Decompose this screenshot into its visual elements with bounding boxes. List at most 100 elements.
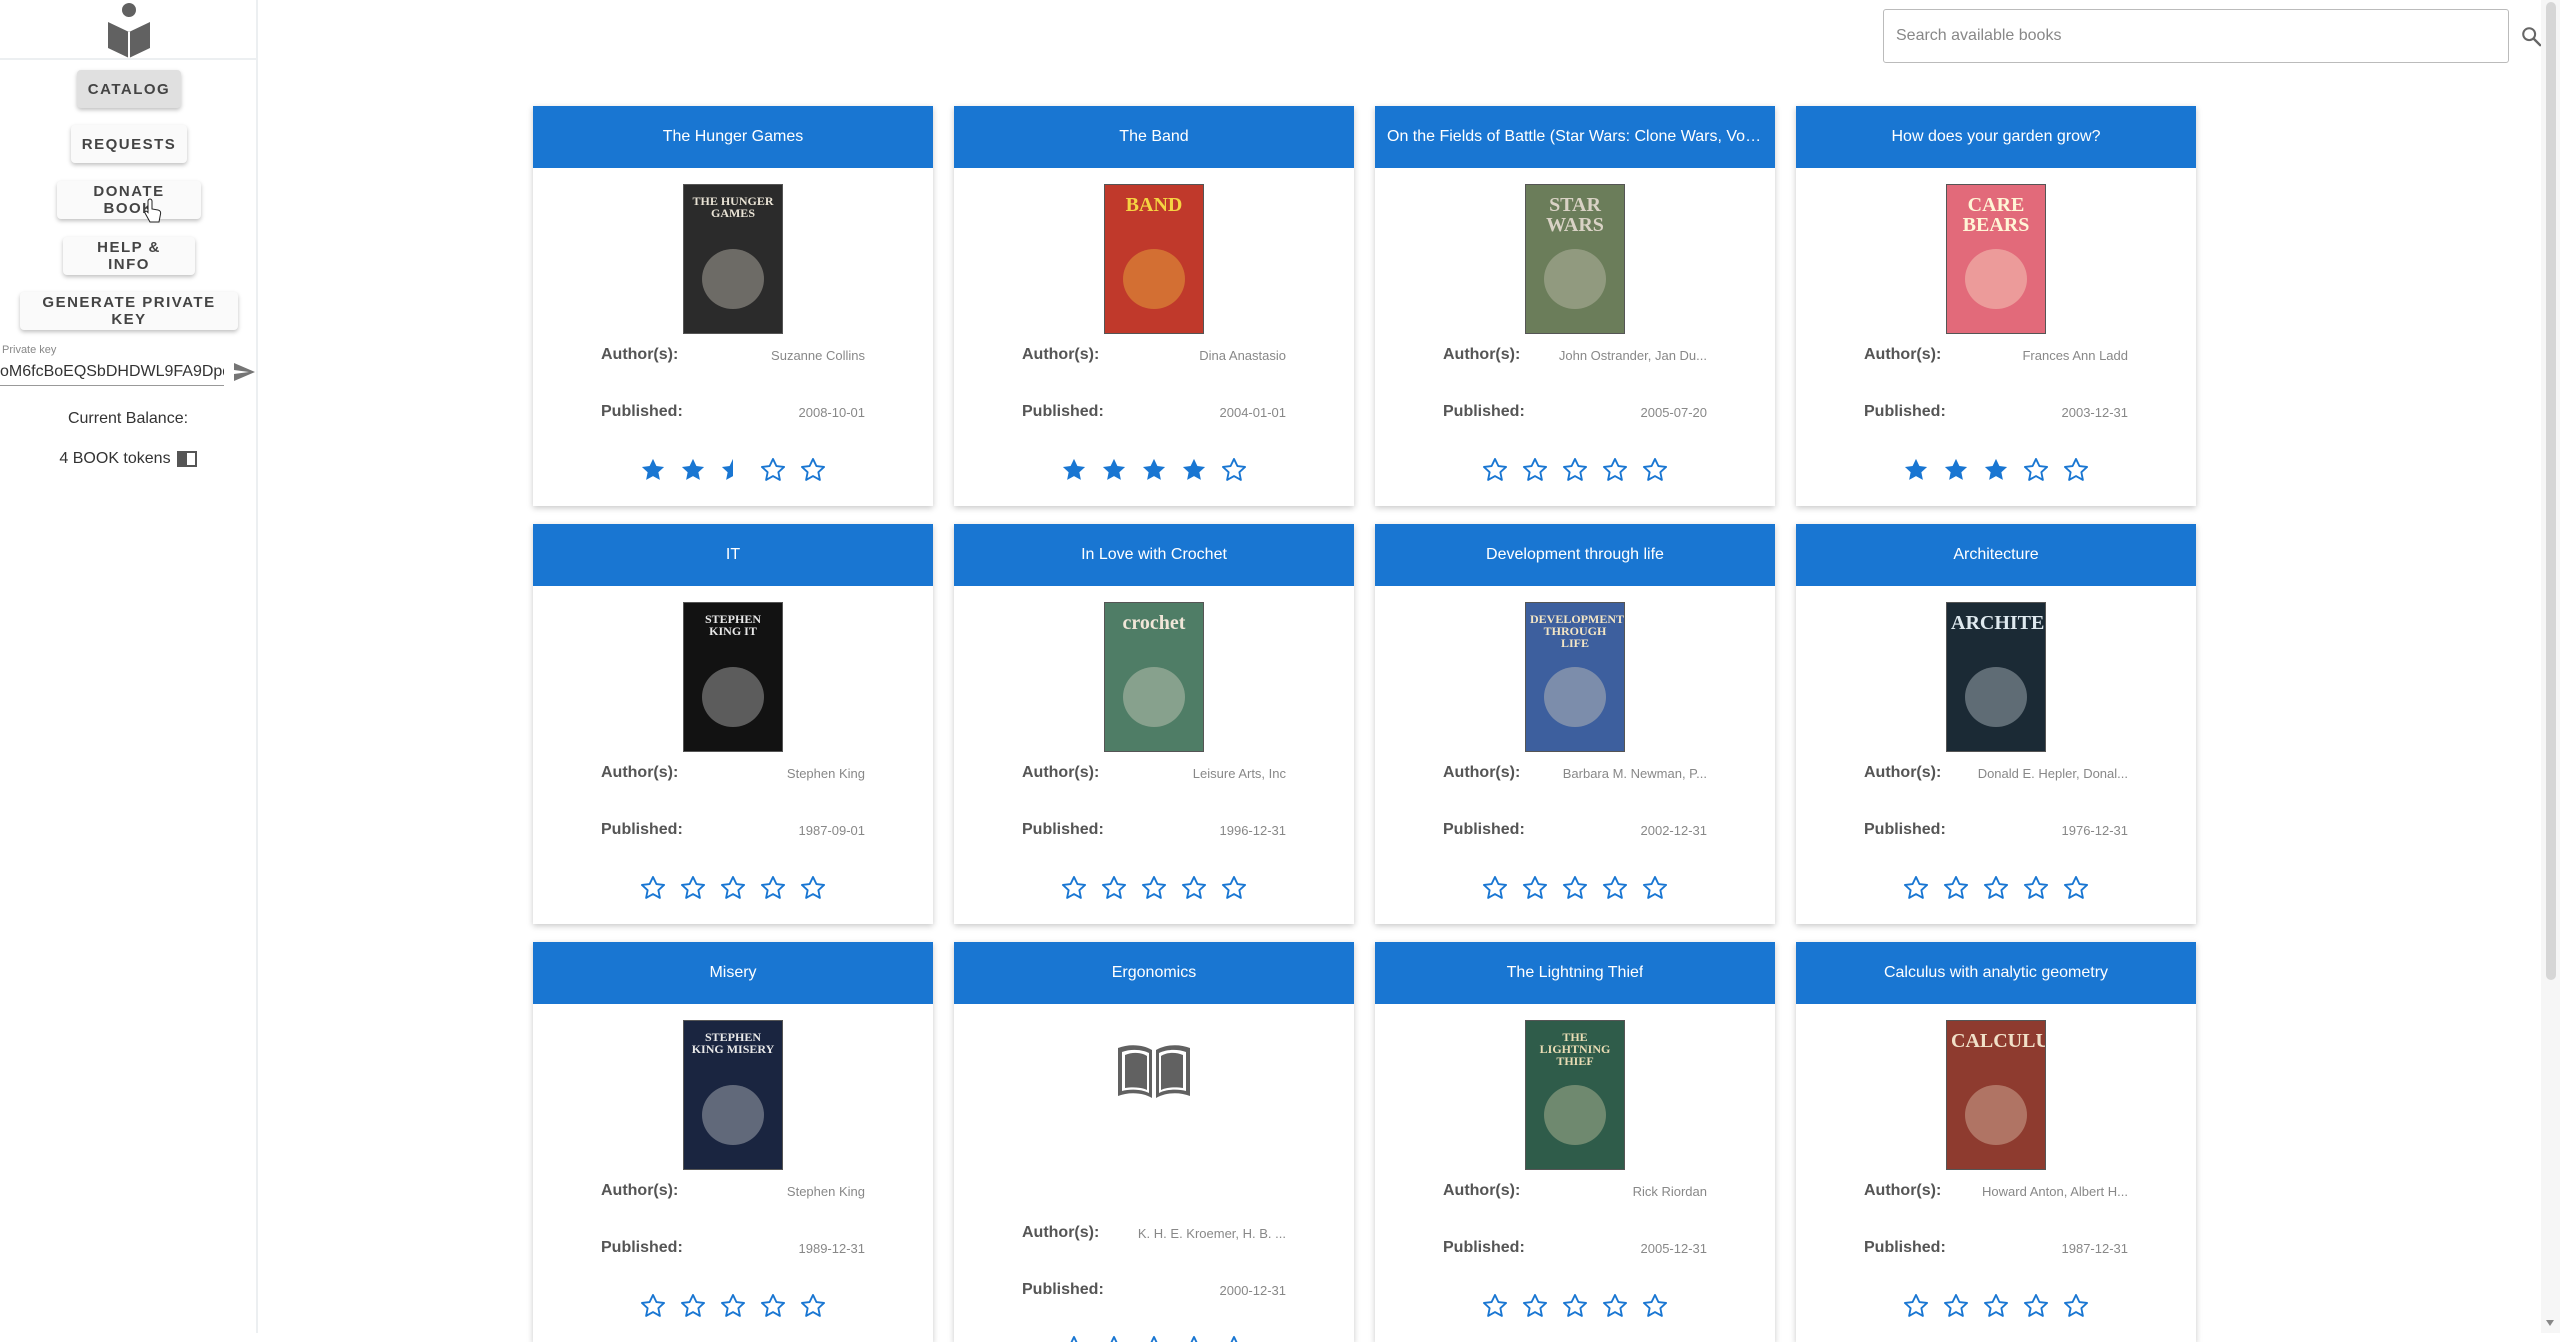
star-empty-icon[interactable]: [1521, 874, 1549, 902]
star-empty-icon[interactable]: [1060, 1334, 1088, 1342]
star-empty-icon[interactable]: [1220, 456, 1248, 484]
star-empty-icon[interactable]: [1220, 874, 1248, 902]
star-empty-icon[interactable]: [639, 1292, 667, 1320]
book-card[interactable]: Calculus with analytic geometry CALCULUS A…: [1796, 942, 2196, 1342]
book-card[interactable]: How does your garden grow? CARE BEARS Auth…: [1796, 106, 2196, 506]
star-empty-icon[interactable]: [1942, 874, 1970, 902]
authors-value: Suzanne Collins: [771, 347, 865, 363]
star-empty-icon[interactable]: [799, 874, 827, 902]
star-empty-icon[interactable]: [1521, 1292, 1549, 1320]
search-icon[interactable]: [2520, 25, 2542, 47]
star-empty-icon[interactable]: [639, 874, 667, 902]
star-filled-icon[interactable]: [1902, 456, 1930, 484]
book-card[interactable]: Development through life DEVELOPMENT THRO…: [1375, 524, 1775, 924]
star-empty-icon[interactable]: [1641, 456, 1669, 484]
book-title: The Hunger Games: [662, 128, 804, 145]
book-card[interactable]: On the Fields of Battle (Star Wars: Clon…: [1375, 106, 1775, 506]
published-label: Published:: [1443, 403, 1525, 420]
published-value: 1989-12-31: [798, 1240, 866, 1256]
star-empty-icon[interactable]: [719, 1292, 747, 1320]
nav-help-info-button[interactable]: HELP & INFO: [63, 237, 195, 275]
book-card[interactable]: The Band BAND Author(s): Dina Anastasio Publ…: [954, 106, 1354, 506]
send-icon[interactable]: [232, 360, 256, 384]
star-empty-icon[interactable]: [1100, 1334, 1128, 1342]
star-empty-icon[interactable]: [1561, 874, 1589, 902]
star-empty-icon[interactable]: [2022, 456, 2050, 484]
star-empty-icon[interactable]: [1641, 874, 1669, 902]
star-empty-icon[interactable]: [1982, 1292, 2010, 1320]
book-card[interactable]: The Lightning Thief THE LIGHTNING THIEF Au…: [1375, 942, 1775, 1342]
book-card[interactable]: IT STEPHEN KING IT Author(s): Stephen King P…: [533, 524, 933, 924]
star-empty-icon[interactable]: [1481, 456, 1509, 484]
book-reader-logo-icon: [108, 3, 150, 58]
book-card-header: The Band: [954, 106, 1354, 168]
star-filled-icon[interactable]: [679, 456, 707, 484]
scroll-down-arrow-icon[interactable]: [2543, 1316, 2557, 1330]
star-empty-icon[interactable]: [2062, 456, 2090, 484]
book-card[interactable]: Architecture ARCHITECTURE Author(s): Donald…: [1796, 524, 2196, 924]
star-empty-icon[interactable]: [1100, 874, 1128, 902]
nav-donate-book-button[interactable]: DONATE BOOK: [57, 181, 201, 219]
generate-private-key-button[interactable]: GENERATE PRIVATE KEY: [20, 292, 238, 330]
book-cover-art: [1544, 1085, 1606, 1145]
star-empty-icon[interactable]: [1561, 1292, 1589, 1320]
balance-display: 4 BOOK tokens: [0, 450, 256, 468]
published-label: Published:: [1864, 821, 1946, 838]
book-card[interactable]: In Love with Crochet crochet Author(s): Lei…: [954, 524, 1354, 924]
star-empty-icon[interactable]: [2062, 874, 2090, 902]
star-empty-icon[interactable]: [1521, 456, 1549, 484]
book-card-header: Development through life: [1375, 524, 1775, 586]
star-empty-icon[interactable]: [1601, 456, 1629, 484]
star-half-icon[interactable]: [719, 456, 747, 484]
book-card[interactable]: Misery STEPHEN KING MISERY Author(s): Steph…: [533, 942, 933, 1342]
star-empty-icon[interactable]: [719, 874, 747, 902]
star-filled-icon[interactable]: [1140, 456, 1168, 484]
star-empty-icon[interactable]: [799, 456, 827, 484]
star-empty-icon[interactable]: [759, 1292, 787, 1320]
star-empty-icon[interactable]: [1481, 1292, 1509, 1320]
book-card[interactable]: The Hunger Games THE HUNGER GAMES Author(s…: [533, 106, 933, 506]
star-empty-icon[interactable]: [1140, 1334, 1168, 1342]
book-card-header: Ergonomics: [954, 942, 1354, 1004]
star-empty-icon[interactable]: [799, 1292, 827, 1320]
star-empty-icon[interactable]: [1561, 456, 1589, 484]
book-card[interactable]: Ergonomics Author(s): K. H. E. Kroemer, H.…: [954, 942, 1354, 1342]
book-card-header: The Hunger Games: [533, 106, 933, 168]
star-empty-icon[interactable]: [2022, 1292, 2050, 1320]
star-empty-icon[interactable]: [2062, 1292, 2090, 1320]
star-filled-icon[interactable]: [1100, 456, 1128, 484]
published-value: 2005-07-20: [1640, 404, 1708, 420]
star-empty-icon[interactable]: [759, 874, 787, 902]
search-input[interactable]: [1883, 9, 2509, 63]
star-filled-icon[interactable]: [1180, 456, 1208, 484]
star-empty-icon[interactable]: [1902, 1292, 1930, 1320]
star-filled-icon[interactable]: [1942, 456, 1970, 484]
star-empty-icon[interactable]: [1982, 874, 2010, 902]
star-empty-icon[interactable]: [1180, 874, 1208, 902]
private-key-input[interactable]: [0, 358, 224, 386]
star-empty-icon[interactable]: [1902, 874, 1930, 902]
star-rating: [1375, 1292, 1775, 1320]
star-empty-icon[interactable]: [1481, 874, 1509, 902]
nav-requests-button[interactable]: REQUESTS: [71, 125, 187, 163]
scrollbar-thumb[interactable]: [2546, 2, 2556, 980]
nav-catalog-button[interactable]: CATALOG: [77, 70, 181, 108]
star-empty-icon[interactable]: [1942, 1292, 1970, 1320]
star-empty-icon[interactable]: [679, 874, 707, 902]
book-cover-image: ARCHITECTURE: [1946, 602, 2046, 752]
star-empty-icon[interactable]: [1140, 874, 1168, 902]
star-empty-icon[interactable]: [759, 456, 787, 484]
star-empty-icon[interactable]: [1641, 1292, 1669, 1320]
star-empty-icon[interactable]: [1060, 874, 1088, 902]
star-empty-icon[interactable]: [2022, 874, 2050, 902]
book-card-header: The Lightning Thief: [1375, 942, 1775, 1004]
star-empty-icon[interactable]: [1180, 1334, 1208, 1342]
star-empty-icon[interactable]: [679, 1292, 707, 1320]
book-cover-image: crochet: [1104, 602, 1204, 752]
star-filled-icon[interactable]: [1982, 456, 2010, 484]
star-filled-icon[interactable]: [1060, 456, 1088, 484]
star-empty-icon[interactable]: [1601, 1292, 1629, 1320]
star-filled-icon[interactable]: [639, 456, 667, 484]
star-empty-icon[interactable]: [1220, 1334, 1248, 1342]
star-empty-icon[interactable]: [1601, 874, 1629, 902]
